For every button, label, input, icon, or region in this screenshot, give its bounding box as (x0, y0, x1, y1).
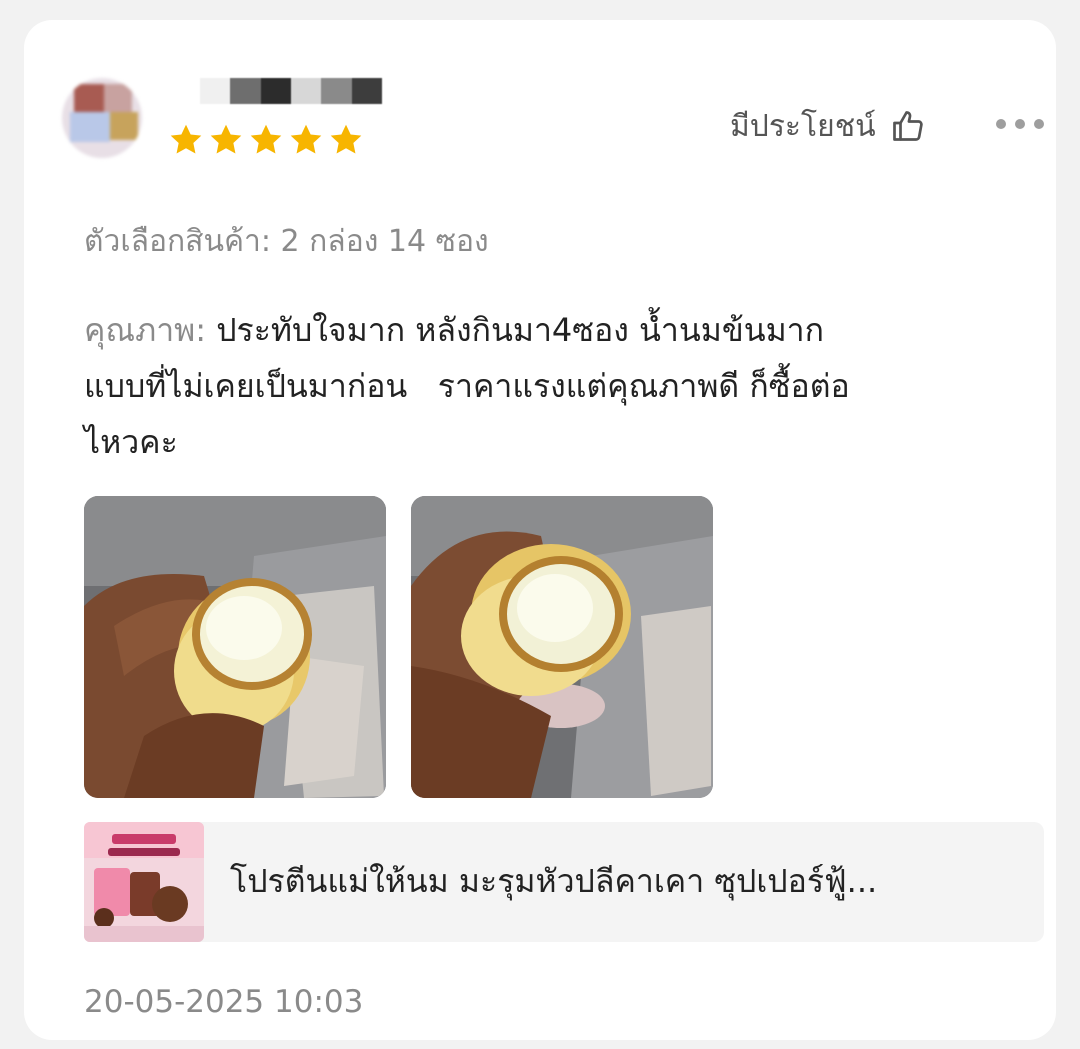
product-link[interactable]: โปรตีนแม่ให้นม มะรุมหัวปลีคาเคา ซุปเปอร์… (84, 822, 1044, 942)
review-timestamp: 20-05-2025 10:03 (84, 984, 364, 1020)
review-line-1: คุณภาพ: ประทับใจมาก หลังกินมา4ซอง น้ำนมข… (84, 302, 1054, 358)
username-blurred (200, 78, 382, 104)
more-options-button[interactable] (990, 106, 1050, 142)
review-text-line: ประทับใจมาก หลังกินมา4ซอง น้ำนมข้นมาก (216, 311, 825, 349)
star-icon (248, 122, 284, 158)
product-name: โปรตีนแม่ให้นม มะรุมหัวปลีคาเคา ซุปเปอร์… (230, 862, 878, 900)
more-dot (996, 119, 1006, 129)
review-text-line: แบบที่ไม่เคยเป็นมาก่อน ราคาแรงแต่คุณภาพด… (84, 367, 850, 405)
thumbs-up-icon (890, 108, 926, 144)
avatar[interactable] (62, 78, 142, 158)
star-icon (288, 122, 324, 158)
quality-label: คุณภาพ: (84, 311, 207, 349)
helpful-label: มีประโยชน์ (730, 108, 876, 144)
review-photo[interactable] (84, 496, 386, 798)
star-icon (168, 122, 204, 158)
review-card: มีประโยชน์ ตัวเลือกสินค้า: 2 กล่อง 14 ซอ… (24, 20, 1056, 1040)
review-photo[interactable] (411, 496, 713, 798)
review-text-line: ไหวคะ (84, 423, 178, 461)
helpful-button[interactable]: มีประโยชน์ (730, 104, 926, 148)
star-icon (208, 122, 244, 158)
review-text: คุณภาพ: ประทับใจมาก หลังกินมา4ซอง น้ำนมข… (84, 302, 1054, 470)
more-dot (1034, 119, 1044, 129)
more-dot (1015, 119, 1025, 129)
product-thumbnail (84, 822, 204, 942)
star-rating (168, 122, 364, 158)
star-icon (328, 122, 364, 158)
variant-text: ตัวเลือกสินค้า: 2 กล่อง 14 ซอง (84, 224, 489, 259)
